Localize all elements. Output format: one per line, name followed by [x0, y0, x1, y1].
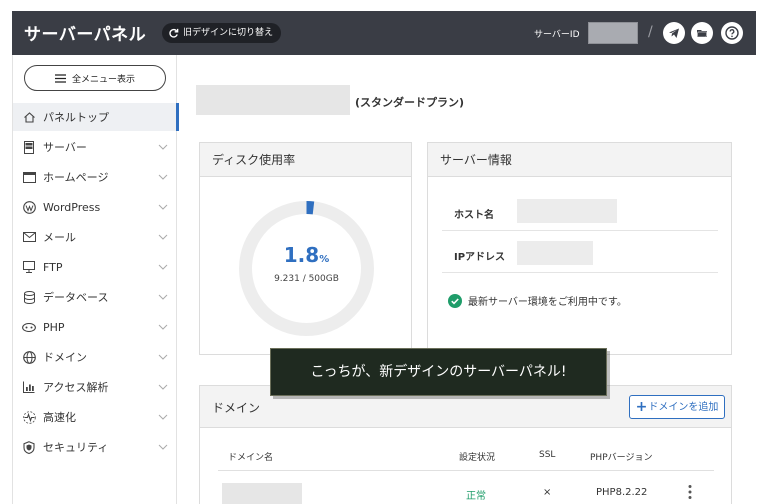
- speed-icon: [22, 410, 36, 424]
- plus-icon: +: [635, 399, 648, 415]
- column-status: 設定状況: [459, 453, 496, 463]
- sidebar-item-database[interactable]: データベース: [13, 283, 178, 311]
- sidebar-item-server[interactable]: サーバー: [13, 133, 178, 161]
- all-menu-button[interactable]: 全メニュー表示: [24, 65, 166, 91]
- column-domain-name: ドメイン名: [228, 453, 274, 463]
- sidebar-item-domain[interactable]: ドメイン: [13, 343, 178, 371]
- top-header: サーバーパネル 旧デザインに切り替え サーバーID /: [12, 11, 756, 55]
- sidebar-item-wordpress[interactable]: WordPress: [13, 193, 178, 221]
- kebab-menu-icon[interactable]: [688, 484, 692, 500]
- help-icon[interactable]: [721, 22, 743, 44]
- disk-usage-text: 9.231 / 500GB: [274, 274, 339, 284]
- mail-icon: [22, 230, 36, 244]
- sidebar: 全メニュー表示 パネルトップ サーバー ホームページ WordPress メール…: [12, 55, 179, 504]
- domain-php-version: PHP8.2.22: [596, 487, 648, 498]
- chart-icon: [22, 380, 36, 394]
- host-name-value: [517, 199, 617, 223]
- sidebar-item-speedup[interactable]: 高速化: [13, 403, 178, 431]
- sidebar-item-label: ドメイン: [43, 351, 87, 364]
- chevron-down-icon: [158, 174, 168, 180]
- disk-usage-percent-value: 1.8: [283, 243, 320, 267]
- php-icon: [22, 320, 36, 334]
- sidebar-item-label: FTP: [43, 260, 63, 274]
- header-separator: /: [648, 24, 653, 40]
- chevron-down-icon: [158, 294, 168, 300]
- sidebar-item-label: ホームページ: [43, 171, 109, 184]
- sidebar-item-label: データベース: [43, 291, 109, 304]
- domain-name-value: [222, 483, 302, 504]
- switch-old-design-label: 旧デザインに切り替え: [183, 28, 274, 38]
- sidebar-item-label: 高速化: [43, 411, 76, 424]
- ip-address-value: [517, 241, 593, 265]
- server-status-text: 最新サーバー環境をご利用中です。: [468, 297, 627, 308]
- domain-panel: ドメイン +ドメインを追加 ドメイン名 設定状況 SSL PHPバージョン 正常…: [199, 385, 732, 504]
- chevron-down-icon: [158, 324, 168, 330]
- refresh-icon: [169, 28, 179, 38]
- check-circle-icon: [448, 293, 462, 308]
- chevron-down-icon: [158, 384, 168, 390]
- chevron-down-icon: [158, 444, 168, 450]
- server-id-value: [588, 22, 638, 44]
- sidebar-item-label: セキュリティ: [43, 441, 109, 454]
- domain-status: 正常: [466, 491, 486, 502]
- sidebar-item-php[interactable]: PHP: [13, 313, 178, 341]
- monitor-icon: [22, 260, 36, 274]
- browser-icon: [22, 170, 36, 184]
- host-name-row: ホスト名: [442, 193, 718, 231]
- sidebar-item-access-analysis[interactable]: アクセス解析: [13, 373, 178, 401]
- globe-icon: [22, 350, 36, 364]
- add-domain-label: ドメインを追加: [648, 402, 719, 413]
- server-info-panel: サーバー情報 ホスト名 IPアドレス 最新サーバー環境をご利用中です。: [427, 142, 732, 355]
- telegram-icon[interactable]: [663, 22, 685, 44]
- sidebar-item-label: WordPress: [43, 200, 101, 214]
- domain-panel-title: ドメイン: [212, 401, 261, 415]
- server-icon: [22, 140, 36, 154]
- all-menu-label: 全メニュー表示: [71, 74, 135, 85]
- domain-table-header: ドメイン名 設定状況 SSL PHPバージョン: [218, 441, 714, 471]
- chevron-down-icon: [158, 144, 168, 150]
- add-domain-button[interactable]: +ドメインを追加: [629, 395, 725, 419]
- table-row[interactable]: 正常 × PHP8.2.22: [218, 471, 714, 504]
- sidebar-item-label: アクセス解析: [43, 381, 109, 394]
- sidebar-item-ftp[interactable]: FTP: [13, 253, 178, 281]
- server-info-title: サーバー情報: [428, 143, 731, 177]
- chevron-down-icon: [158, 354, 168, 360]
- sidebar-item-security[interactable]: セキュリティ: [13, 433, 178, 461]
- ip-address-row: IPアドレス: [442, 235, 718, 273]
- column-php-version: PHPバージョン: [590, 453, 653, 463]
- ip-address-label: IPアドレス: [454, 252, 506, 263]
- home-icon: [22, 110, 36, 124]
- domain-ssl: ×: [543, 487, 552, 498]
- chevron-down-icon: [158, 414, 168, 420]
- chevron-down-icon: [158, 264, 168, 270]
- server-status: 最新サーバー環境をご利用中です。: [448, 293, 627, 308]
- sidebar-item-homepage[interactable]: ホームページ: [13, 163, 178, 191]
- server-id-label: サーバーID: [534, 30, 580, 40]
- app-title: サーバーパネル: [24, 25, 147, 45]
- shield-icon: [22, 440, 36, 454]
- column-ssl: SSL: [539, 450, 556, 460]
- sidebar-item-mail[interactable]: メール: [13, 223, 178, 251]
- chevron-down-icon: [158, 234, 168, 240]
- sidebar-item-label: パネルトップ: [43, 111, 109, 124]
- hamburger-icon: [54, 73, 66, 83]
- wordpress-icon: [22, 200, 36, 214]
- disk-usage-percent: 1.8%: [200, 243, 413, 267]
- disk-usage-title: ディスク使用率: [200, 143, 411, 177]
- switch-old-design-button[interactable]: 旧デザインに切り替え: [162, 23, 282, 43]
- server-name-value: [196, 85, 350, 115]
- sidebar-item-label: PHP: [43, 320, 65, 334]
- plan-label: (スタンダードプラン): [355, 96, 465, 109]
- sidebar-item-label: サーバー: [43, 141, 87, 154]
- disk-usage-gauge: [239, 201, 374, 336]
- disk-usage-panel: ディスク使用率 1.8% 9.231 / 500GB: [199, 142, 412, 355]
- chevron-down-icon: [158, 204, 168, 210]
- sidebar-item-label: メール: [43, 231, 76, 244]
- database-icon: [22, 290, 36, 304]
- host-name-label: ホスト名: [454, 210, 494, 221]
- folder-icon[interactable]: [691, 22, 713, 44]
- sidebar-item-panel-top[interactable]: パネルトップ: [13, 103, 179, 131]
- new-design-callout: こっちが、新デザインのサーバーパネル!: [270, 348, 607, 396]
- disk-usage-percent-unit: %: [319, 254, 330, 265]
